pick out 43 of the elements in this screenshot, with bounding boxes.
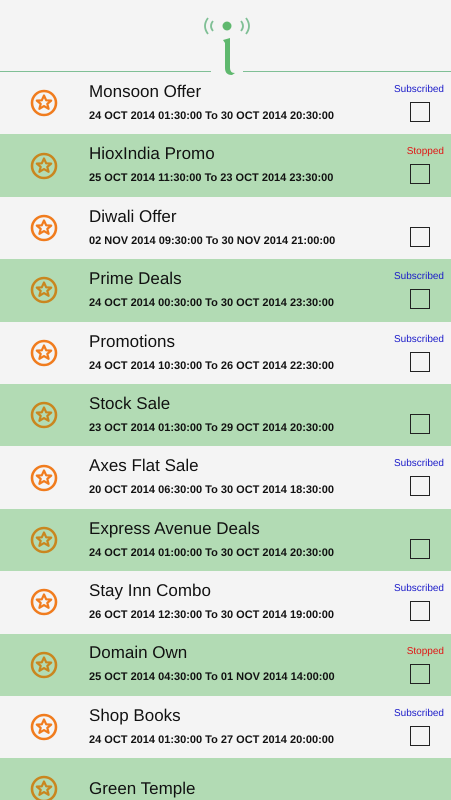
checkbox[interactable] (410, 226, 430, 247)
offer-period: 25 OCT 2014 11:30:00 To 23 OCT 2014 23:30:00 (89, 171, 334, 186)
offer-title: HioxIndia Promo (89, 144, 215, 164)
status-label: Subscribed (394, 83, 444, 97)
checkbox[interactable] (410, 414, 430, 434)
status-label: Subscribed (394, 706, 444, 721)
offer-title: Green Temple (89, 779, 196, 800)
offer-title: Stay Inn Combo (89, 581, 211, 602)
checkbox[interactable] (410, 726, 430, 746)
offer-title: Prime Deals (89, 269, 182, 290)
offer-period: 24 OCT 2014 01:00:00 To 30 OCT 2014 20:30:00 (89, 546, 334, 561)
offer-period: 20 OCT 2014 06:30:00 To 30 OCT 2014 18:30:00 (89, 483, 334, 498)
offer-title: Diwali Offer (89, 206, 177, 227)
offer-period: 02 NOV 2014 09:30:00 To 30 NOV 2014 21:00:00 (89, 234, 336, 249)
offer-period: 25 OCT 2014 04:30:00 To 01 NOV 2014 14:00:00 (89, 670, 335, 686)
offer-title: Shop Books (89, 706, 181, 726)
offer-period: 26 OCT 2014 12:30:00 To 30 OCT 2014 19:00:00 (89, 608, 334, 624)
checkbox[interactable] (410, 289, 430, 310)
offer-period: 24 OCT 2014 01:30:00 To 30 OCT 2014 20:30:00 (89, 108, 334, 124)
status-label: Subscribed (394, 582, 444, 596)
checkbox[interactable] (410, 664, 430, 684)
status-label: Stopped (406, 644, 444, 659)
offer-title: Domain Own (89, 643, 188, 664)
offer-title: Monsoon Offer (89, 82, 202, 102)
checkbox[interactable] (410, 601, 430, 622)
status-label: Subscribed (394, 332, 444, 347)
checkbox[interactable] (410, 102, 430, 122)
checkbox[interactable] (410, 476, 430, 496)
offer-title: Axes Flat Sale (89, 456, 199, 476)
checkbox[interactable] (410, 164, 430, 184)
star-icon (30, 775, 58, 800)
offer-title: Stock Sale (89, 394, 170, 414)
status-label: Subscribed (394, 457, 444, 472)
offer-period: 24 OCT 2014 00:30:00 To 30 OCT 2014 23:30:00 (89, 296, 334, 312)
offer-period: 24 OCT 2014 10:30:00 To 26 OCT 2014 22:30:00 (89, 358, 334, 374)
checkbox[interactable] (410, 538, 430, 559)
offer-title: Promotions (89, 332, 175, 352)
status-label: Stopped (406, 145, 444, 160)
status-label: Subscribed (394, 270, 444, 284)
offer-title: Express Avenue Deals (89, 518, 260, 539)
offer-period: 24 OCT 2014 01:30:00 To 27 OCT 2014 20:00:00 (89, 732, 334, 748)
checkbox[interactable] (410, 352, 430, 372)
offer-period: 23 OCT 2014 01:30:00 To 29 OCT 2014 20:30:00 (89, 420, 334, 436)
